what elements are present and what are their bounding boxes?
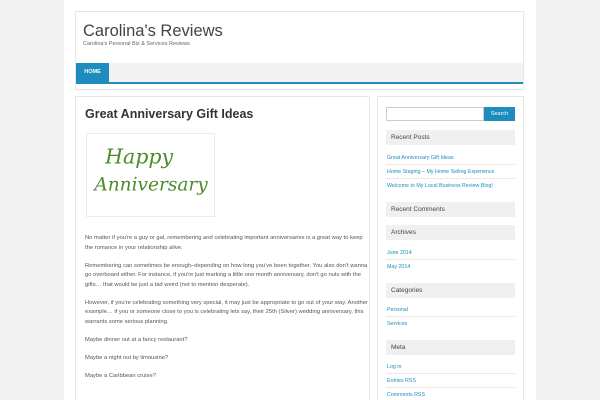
post-title[interactable]: Great Anniversary Gift Ideas (85, 107, 253, 121)
meta-link[interactable]: Comments RSS (387, 392, 425, 398)
image-text-anniversary: Anniversary (92, 175, 208, 196)
divider (386, 387, 515, 388)
post-paragraph: Maybe dinner out at a fancy restaurant? (85, 336, 188, 343)
widget-title-meta: Meta (386, 340, 515, 355)
site-title[interactable]: Carolina's Reviews (83, 22, 223, 41)
site-tagline: Carolina's Personal Biz & Services Revie… (83, 41, 190, 47)
main-navigation: HOME (76, 63, 523, 84)
page-container: Carolina's Reviews Carolina's Personal B… (64, 0, 536, 400)
widget-title-recent-comments: Recent Comments (386, 202, 515, 217)
archive-link[interactable]: June 2014 (387, 250, 412, 256)
post-paragraph: Maybe a night out by limousine? (85, 354, 169, 361)
widget-title-recent-posts: Recent Posts (386, 130, 515, 145)
post-body: No matter if you're a guy or gal, rememb… (85, 234, 368, 390)
category-link[interactable]: Personal (387, 307, 408, 313)
meta-link[interactable]: Entries RSS (387, 378, 416, 384)
recent-post-link[interactable]: Welcome to My Local Business Review Blog… (387, 183, 493, 189)
image-text-happy: Happy (104, 144, 173, 168)
sidebar: Search Recent Posts Great Anniversary Gi… (377, 96, 524, 400)
meta-link[interactable]: Log in (387, 364, 401, 370)
divider (386, 373, 515, 374)
recent-post-link[interactable]: Home Staging – My Home Selling Experienc… (387, 169, 494, 175)
post-paragraph: Remembering can sometimes be enough–depe… (85, 262, 368, 288)
divider (386, 259, 515, 260)
main-content: Great Anniversary Gift Ideas Happy Anniv… (75, 96, 370, 400)
divider (386, 316, 515, 317)
search-input[interactable] (386, 107, 484, 121)
divider (386, 164, 515, 165)
category-link[interactable]: Services (387, 321, 407, 327)
widget-title-categories: Categories (386, 283, 515, 298)
archive-link[interactable]: May 2014 (387, 264, 410, 270)
widget-title-archives: Archives (386, 225, 515, 240)
divider (386, 178, 515, 179)
search-button[interactable]: Search (484, 107, 515, 121)
post-paragraph: However, if you're celebrating something… (85, 299, 368, 325)
post-paragraph: No matter if you're a guy or gal, rememb… (85, 235, 363, 251)
post-image: Happy Anniversary (86, 133, 215, 217)
nav-item-home[interactable]: HOME (76, 63, 109, 82)
site-header: Carolina's Reviews Carolina's Personal B… (75, 11, 524, 90)
recent-post-link[interactable]: Great Anniversary Gift Ideas (387, 155, 454, 161)
post-paragraph: Maybe a Caribbean cruise? (85, 372, 156, 379)
